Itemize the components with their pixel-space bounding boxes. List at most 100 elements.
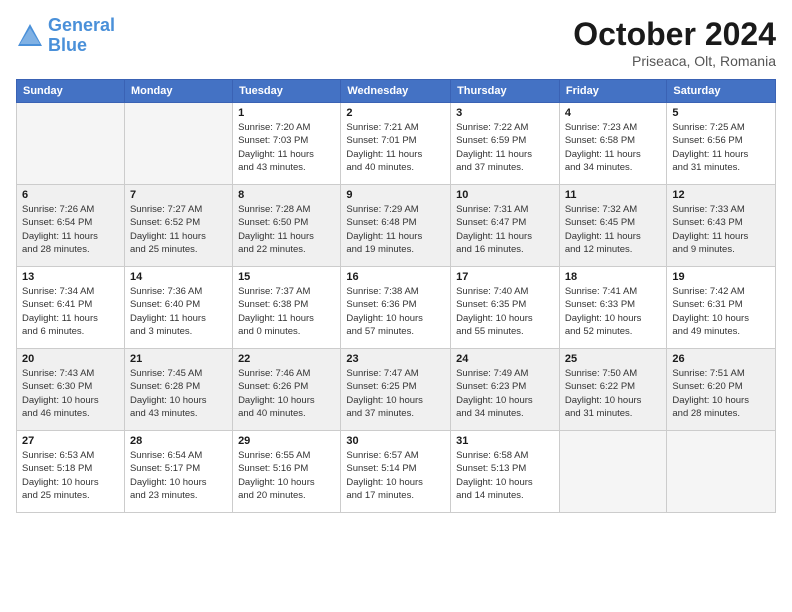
calendar-cell: 3 Sunrise: 7:22 AMSunset: 6:59 PMDaylight… — [451, 103, 560, 185]
calendar-cell — [17, 103, 125, 185]
calendar-cell: 17 Sunrise: 7:40 AMSunset: 6:35 PMDayligh… — [451, 267, 560, 349]
day-number: 9 — [346, 189, 445, 201]
day-info: Sunrise: 7:34 AMSunset: 6:41 PMDaylight:… — [22, 285, 119, 338]
day-number: 18 — [565, 271, 662, 283]
day-number: 23 — [346, 353, 445, 365]
day-number: 16 — [346, 271, 445, 283]
calendar-cell — [667, 431, 776, 513]
day-info: Sunrise: 6:55 AMSunset: 5:16 PMDaylight:… — [238, 449, 335, 502]
day-number: 6 — [22, 189, 119, 201]
day-number: 14 — [130, 271, 227, 283]
day-info: Sunrise: 6:58 AMSunset: 5:13 PMDaylight:… — [456, 449, 554, 502]
col-friday: Friday — [559, 80, 667, 103]
calendar-cell: 20 Sunrise: 7:43 AMSunset: 6:30 PMDayligh… — [17, 349, 125, 431]
col-saturday: Saturday — [667, 80, 776, 103]
day-info: Sunrise: 7:21 AMSunset: 7:01 PMDaylight:… — [346, 121, 445, 174]
day-info: Sunrise: 7:20 AMSunset: 7:03 PMDaylight:… — [238, 121, 335, 174]
day-info: Sunrise: 7:31 AMSunset: 6:47 PMDaylight:… — [456, 203, 554, 256]
calendar-cell: 2 Sunrise: 7:21 AMSunset: 7:01 PMDaylight… — [341, 103, 451, 185]
logo-icon — [16, 22, 44, 50]
calendar-cell: 10Sunrise: 7:31 AMSunset: 6:47 PMDayligh… — [451, 185, 560, 267]
day-info: Sunrise: 7:22 AMSunset: 6:59 PMDaylight:… — [456, 121, 554, 174]
calendar-cell: 8 Sunrise: 7:28 AMSunset: 6:50 PMDaylight… — [233, 185, 341, 267]
calendar-cell: 29Sunrise: 6:55 AMSunset: 5:16 PMDayligh… — [233, 431, 341, 513]
calendar-cell — [559, 431, 667, 513]
day-number: 20 — [22, 353, 119, 365]
calendar-cell: 13 Sunrise: 7:34 AMSunset: 6:41 PMDayligh… — [17, 267, 125, 349]
calendar-cell: 25 Sunrise: 7:50 AMSunset: 6:22 PMDayligh… — [559, 349, 667, 431]
calendar-cell: 27 Sunrise: 6:53 AMSunset: 5:18 PMDayligh… — [17, 431, 125, 513]
day-number: 13 — [22, 271, 119, 283]
calendar-cell: 5Sunrise: 7:25 AMSunset: 6:56 PMDaylight… — [667, 103, 776, 185]
calendar-cell: 9 Sunrise: 7:29 AMSunset: 6:48 PMDaylight… — [341, 185, 451, 267]
day-number: 3 — [456, 107, 554, 119]
calendar-cell: 24 Sunrise: 7:49 AMSunset: 6:23 PMDayligh… — [451, 349, 560, 431]
calendar-cell: 31 Sunrise: 6:58 AMSunset: 5:13 PMDayligh… — [451, 431, 560, 513]
day-info: Sunrise: 7:40 AMSunset: 6:35 PMDaylight:… — [456, 285, 554, 338]
calendar-header-row: Sunday Monday Tuesday Wednesday Thursday… — [17, 80, 776, 103]
day-number: 11 — [565, 189, 662, 201]
calendar-cell: 26 Sunrise: 7:51 AMSunset: 6:20 PMDayligh… — [667, 349, 776, 431]
day-number: 26 — [672, 353, 770, 365]
day-info: Sunrise: 7:37 AMSunset: 6:38 PMDaylight:… — [238, 285, 335, 338]
day-info: Sunrise: 7:46 AMSunset: 6:26 PMDaylight:… — [238, 367, 335, 420]
day-info: Sunrise: 7:38 AMSunset: 6:36 PMDaylight:… — [346, 285, 445, 338]
calendar-cell: 14 Sunrise: 7:36 AMSunset: 6:40 PMDayligh… — [124, 267, 232, 349]
day-number: 21 — [130, 353, 227, 365]
calendar-cell: 15 Sunrise: 7:37 AMSunset: 6:38 PMDayligh… — [233, 267, 341, 349]
calendar-cell: 22 Sunrise: 7:46 AMSunset: 6:26 PMDayligh… — [233, 349, 341, 431]
col-monday: Monday — [124, 80, 232, 103]
calendar-cell: 12Sunrise: 7:33 AMSunset: 6:43 PMDayligh… — [667, 185, 776, 267]
page: General Blue October 2024 Priseaca, Olt,… — [0, 0, 792, 612]
day-info: Sunrise: 7:41 AMSunset: 6:33 PMDaylight:… — [565, 285, 662, 338]
calendar-cell: 16 Sunrise: 7:38 AMSunset: 6:36 PMDayligh… — [341, 267, 451, 349]
day-number: 5 — [672, 107, 770, 119]
day-info: Sunrise: 7:50 AMSunset: 6:22 PMDaylight:… — [565, 367, 662, 420]
day-info: Sunrise: 7:23 AMSunset: 6:58 PMDaylight:… — [565, 121, 662, 174]
calendar-week-row: 1Sunrise: 7:20 AMSunset: 7:03 PMDaylight… — [17, 103, 776, 185]
logo: General Blue — [16, 16, 115, 56]
day-info: Sunrise: 7:36 AMSunset: 6:40 PMDaylight:… — [130, 285, 227, 338]
calendar-cell: 11 Sunrise: 7:32 AMSunset: 6:45 PMDayligh… — [559, 185, 667, 267]
location: Priseaca, Olt, Romania — [573, 53, 776, 69]
day-number: 8 — [238, 189, 335, 201]
calendar-cell: 1Sunrise: 7:20 AMSunset: 7:03 PMDaylight… — [233, 103, 341, 185]
day-info: Sunrise: 7:47 AMSunset: 6:25 PMDaylight:… — [346, 367, 445, 420]
day-info: Sunrise: 7:45 AMSunset: 6:28 PMDaylight:… — [130, 367, 227, 420]
col-wednesday: Wednesday — [341, 80, 451, 103]
day-info: Sunrise: 7:29 AMSunset: 6:48 PMDaylight:… — [346, 203, 445, 256]
day-info: Sunrise: 7:26 AMSunset: 6:54 PMDaylight:… — [22, 203, 119, 256]
day-number: 22 — [238, 353, 335, 365]
calendar-cell: 30Sunrise: 6:57 AMSunset: 5:14 PMDayligh… — [341, 431, 451, 513]
day-number: 7 — [130, 189, 227, 201]
day-number: 28 — [130, 435, 227, 447]
day-info: Sunrise: 7:28 AMSunset: 6:50 PMDaylight:… — [238, 203, 335, 256]
logo-text: General Blue — [48, 16, 115, 56]
day-number: 27 — [22, 435, 119, 447]
day-number: 4 — [565, 107, 662, 119]
day-info: Sunrise: 6:57 AMSunset: 5:14 PMDaylight:… — [346, 449, 445, 502]
day-number: 17 — [456, 271, 554, 283]
calendar-week-row: 13 Sunrise: 7:34 AMSunset: 6:41 PMDayligh… — [17, 267, 776, 349]
col-thursday: Thursday — [451, 80, 560, 103]
day-number: 2 — [346, 107, 445, 119]
calendar-week-row: 6 Sunrise: 7:26 AMSunset: 6:54 PMDaylight… — [17, 185, 776, 267]
calendar-cell — [124, 103, 232, 185]
day-number: 31 — [456, 435, 554, 447]
calendar-body: 1Sunrise: 7:20 AMSunset: 7:03 PMDaylight… — [17, 103, 776, 513]
day-info: Sunrise: 7:43 AMSunset: 6:30 PMDaylight:… — [22, 367, 119, 420]
day-info: Sunrise: 7:51 AMSunset: 6:20 PMDaylight:… — [672, 367, 770, 420]
calendar-cell: 23 Sunrise: 7:47 AMSunset: 6:25 PMDayligh… — [341, 349, 451, 431]
col-tuesday: Tuesday — [233, 80, 341, 103]
day-number: 25 — [565, 353, 662, 365]
day-number: 19 — [672, 271, 770, 283]
calendar-cell: 18 Sunrise: 7:41 AMSunset: 6:33 PMDayligh… — [559, 267, 667, 349]
day-number: 15 — [238, 271, 335, 283]
day-info: Sunrise: 7:49 AMSunset: 6:23 PMDaylight:… — [456, 367, 554, 420]
header: General Blue October 2024 Priseaca, Olt,… — [16, 16, 776, 69]
day-number: 24 — [456, 353, 554, 365]
day-info: Sunrise: 7:32 AMSunset: 6:45 PMDaylight:… — [565, 203, 662, 256]
day-info: Sunrise: 7:42 AMSunset: 6:31 PMDaylight:… — [672, 285, 770, 338]
day-info: Sunrise: 6:53 AMSunset: 5:18 PMDaylight:… — [22, 449, 119, 502]
calendar-week-row: 20 Sunrise: 7:43 AMSunset: 6:30 PMDayligh… — [17, 349, 776, 431]
